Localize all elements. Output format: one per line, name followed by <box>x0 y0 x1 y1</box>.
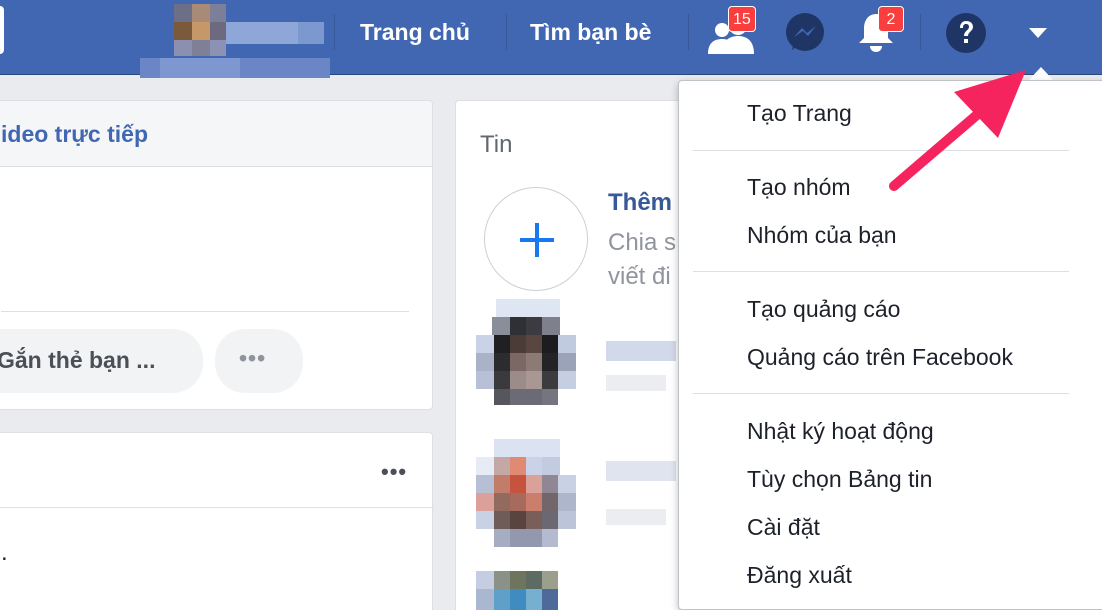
story-thumbnail[interactable] <box>476 571 580 610</box>
story-thumbnail[interactable] <box>476 299 580 419</box>
menu-item-news-feed-preferences[interactable]: Tùy chọn Bảng tin <box>747 465 932 493</box>
menu-item-log-out[interactable]: Đăng xuất <box>747 561 852 589</box>
add-story-button[interactable] <box>484 187 588 291</box>
notifications-badge: 2 <box>878 6 904 32</box>
menu-item-your-groups[interactable]: Nhóm của bạn <box>747 221 897 249</box>
menu-item-create-ad[interactable]: Tạo quảng cáo <box>747 295 900 323</box>
nav-find-friends-link[interactable]: Tìm bạn bè <box>530 18 651 46</box>
nav-separator <box>334 14 335 50</box>
stories-title: Tin <box>480 131 513 158</box>
menu-item-settings[interactable]: Cài đặt <box>747 513 820 541</box>
composer-card: ideo trực tiếp Gắn thẻ bạn ... ••• <box>0 100 433 410</box>
nav-separator <box>506 14 507 50</box>
composer-header: ideo trực tiếp <box>0 101 432 167</box>
more-dots-icon: ••• <box>239 345 267 371</box>
friend-requests-badge: 15 <box>728 6 756 32</box>
tag-friends-label: Gắn thẻ bạn ... <box>0 347 156 373</box>
post-text: . <box>1 539 8 566</box>
menu-item-create-group[interactable]: Tạo nhóm <box>747 173 851 201</box>
profile-name-blurred <box>226 22 298 44</box>
menu-divider <box>693 271 1069 272</box>
stories-card: Tin Thêm Chia s viết đi <box>455 100 715 610</box>
nav-separator <box>920 14 921 50</box>
divider <box>0 507 434 508</box>
profile-link[interactable] <box>140 0 330 78</box>
story-name-blurred <box>606 341 676 361</box>
plus-icon <box>518 221 556 264</box>
tag-friends-button[interactable]: Gắn thẻ bạn ... <box>0 329 203 393</box>
menu-item-create-page[interactable]: Tạo Trang <box>747 99 852 127</box>
composer-more-button[interactable]: ••• <box>215 329 303 393</box>
nav-home-link[interactable]: Trang chủ <box>360 18 470 46</box>
add-story-title[interactable]: Thêm <box>608 189 672 217</box>
help-question-icon[interactable] <box>945 12 987 59</box>
post-options-more-icon[interactable]: ••• <box>381 459 407 485</box>
divider <box>1 311 409 312</box>
menu-item-activity-log[interactable]: Nhật ký hoạt động <box>747 417 934 445</box>
add-story-subtitle-2: viết đi <box>608 263 671 290</box>
nav-separator <box>688 14 689 50</box>
search-input-edge[interactable] <box>0 6 4 54</box>
menu-divider <box>693 393 1069 394</box>
tab-live-video[interactable]: ideo trực tiếp <box>1 121 148 148</box>
avatar <box>174 4 226 56</box>
annotation-arrow-icon <box>880 60 1040 205</box>
story-name-blurred <box>606 461 676 481</box>
messenger-icon[interactable] <box>784 12 826 59</box>
account-menu-chevron-down-icon[interactable] <box>1028 26 1048 45</box>
post-card: ••• . <box>0 432 434 610</box>
add-story-subtitle: Chia s <box>608 229 677 256</box>
story-thumbnail[interactable] <box>476 439 580 559</box>
menu-item-advertising-on-facebook[interactable]: Quảng cáo trên Facebook <box>747 343 1013 371</box>
